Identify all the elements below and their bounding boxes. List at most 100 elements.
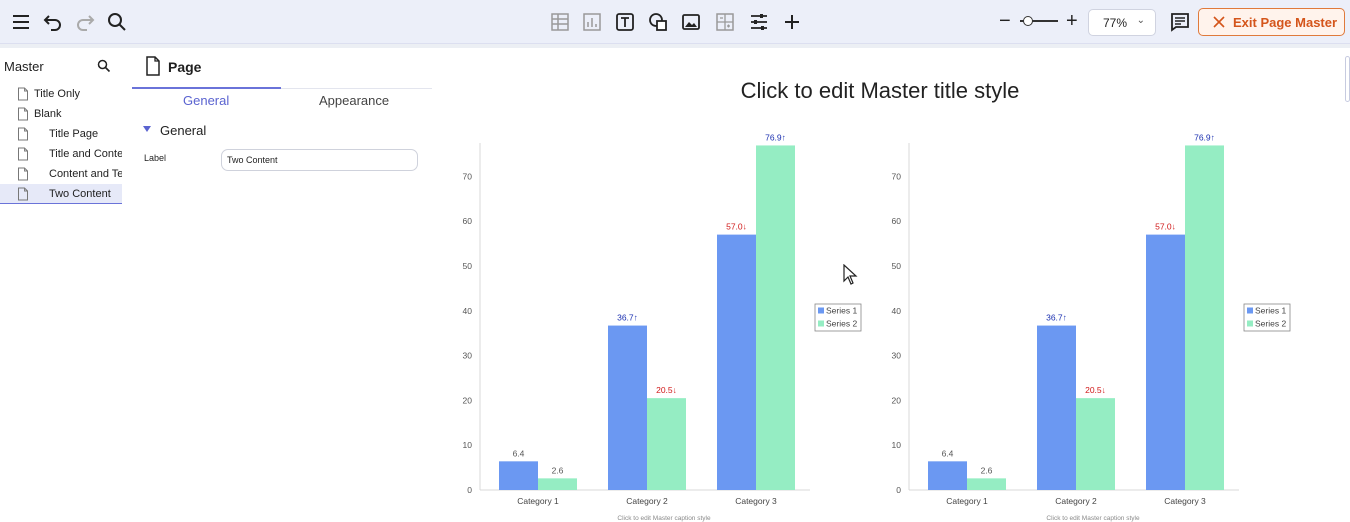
- search-icon[interactable]: [96, 58, 112, 74]
- undo-icon[interactable]: [38, 7, 68, 37]
- legend-entry: Series 1: [1255, 306, 1286, 316]
- legend-swatch: [1247, 320, 1253, 327]
- data-label: 36.7↑: [617, 313, 638, 323]
- chart-icon[interactable]: [577, 7, 607, 37]
- master-panel-title: Master: [4, 59, 44, 74]
- data-label: 57.0↓: [1155, 222, 1176, 232]
- zoom-slider[interactable]: [1020, 16, 1058, 26]
- chart-left[interactable]: 0 10 20 30 40 50 60 70 6.4 2.6 Category 1 36.7↑ 20.5…: [449, 124, 869, 522]
- layout-item[interactable]: Title Page: [0, 124, 122, 144]
- bar-series-2-category-1[interactable]: [538, 478, 577, 490]
- file-icon: [18, 87, 28, 101]
- tab-appearance[interactable]: Appearance: [319, 93, 389, 108]
- file-icon: [18, 167, 28, 181]
- active-tab-indicator: [132, 87, 281, 89]
- data-label: 76.9↑: [765, 132, 786, 142]
- zoom-out-button[interactable]: −: [999, 10, 1011, 32]
- plus-icon[interactable]: [777, 7, 807, 37]
- mouse-pointer-icon: [843, 264, 858, 285]
- zoom-slider-handle[interactable]: [1022, 16, 1033, 26]
- bar-series-2-category-2[interactable]: [647, 398, 686, 490]
- master-panel: Master Title Only Blank Title Page Title an…: [0, 48, 122, 522]
- bar-series-1-category-3[interactable]: [717, 234, 756, 490]
- file-icon: [18, 147, 28, 161]
- file-icon: [18, 187, 28, 201]
- y-tick-label: 0: [896, 485, 901, 495]
- data-label: 2.6: [552, 465, 564, 475]
- shapes-icon[interactable]: [643, 7, 673, 37]
- layout-item[interactable]: Two Content: [0, 184, 122, 204]
- zoom-value: 77%: [1103, 16, 1128, 30]
- bar-series-1-category-1[interactable]: [928, 461, 967, 490]
- layout-item-label: Blank: [34, 108, 62, 120]
- layout-item-label: Title Only: [34, 88, 81, 100]
- exit-page-master-label: Exit Page Master: [1233, 14, 1338, 30]
- layout-item[interactable]: Blank: [0, 104, 122, 124]
- caret-down-icon[interactable]: [143, 126, 151, 132]
- y-tick-label: 70: [463, 171, 473, 181]
- bar-series-1-category-2[interactable]: [608, 325, 647, 490]
- y-tick-label: 10: [892, 440, 902, 450]
- y-tick-label: 30: [892, 351, 902, 361]
- close-icon: [1213, 16, 1225, 28]
- data-label: 6.4: [513, 448, 525, 458]
- layout-item-label: Title and Content: [49, 148, 122, 160]
- x-tick-label: Category 3: [1164, 496, 1206, 506]
- chart-legend: Series 1 Series 2: [814, 303, 862, 332]
- chart-legend: Series 1 Series 2: [1243, 303, 1291, 332]
- data-label: 76.9↑: [1194, 132, 1215, 142]
- image-icon[interactable]: [676, 7, 706, 37]
- y-tick-label: 40: [463, 306, 473, 316]
- formula-icon[interactable]: [710, 7, 740, 37]
- text-box-icon[interactable]: [610, 7, 640, 37]
- layout-item[interactable]: Content and Text: [0, 164, 122, 184]
- label-field-caption: Label: [144, 153, 167, 163]
- label-input[interactable]: Two Content: [221, 149, 418, 171]
- x-tick-label: Category 1: [946, 496, 988, 506]
- chart-caption-placeholder[interactable]: Click to edit Master caption style: [1046, 515, 1140, 522]
- redo-icon[interactable]: [70, 7, 100, 37]
- properties-panel: Page General Appearance General Label Tw…: [132, 48, 432, 522]
- x-tick-label: Category 3: [735, 496, 777, 506]
- bar-series-1-category-2[interactable]: [1037, 325, 1076, 490]
- data-label: 6.4: [942, 448, 954, 458]
- panel-resize-handle[interactable]: [1345, 56, 1350, 102]
- data-label: 36.7↑: [1046, 313, 1067, 323]
- file-icon: [18, 107, 28, 121]
- legend-entry: Series 2: [1255, 319, 1286, 329]
- layout-item-label: Two Content: [49, 188, 111, 200]
- chart-caption-placeholder[interactable]: Click to edit Master caption style: [617, 515, 711, 522]
- page-icon: [146, 56, 160, 76]
- layout-item[interactable]: Title and Content: [0, 144, 122, 164]
- properties-title: Page: [168, 59, 202, 75]
- section-general-title[interactable]: General: [160, 123, 206, 138]
- layout-item-label: Content and Text: [49, 168, 122, 180]
- legend-swatch: [818, 307, 824, 314]
- data-label: 20.5↓: [656, 385, 677, 395]
- sliders-icon[interactable]: [744, 7, 774, 37]
- bar-series-1-category-1[interactable]: [499, 461, 538, 490]
- slide-title-placeholder[interactable]: Click to edit Master title style: [600, 78, 1160, 104]
- legend-entry: Series 2: [826, 319, 857, 329]
- bar-series-2-category-2[interactable]: [1076, 398, 1115, 490]
- tab-divider: [281, 88, 432, 89]
- chart-right[interactable]: 0 10 20 30 40 50 60 70 6.4 2.6 Category 1 36.7↑ 20.5…: [878, 124, 1298, 522]
- tab-general[interactable]: General: [183, 93, 229, 108]
- search-icon[interactable]: [102, 7, 132, 37]
- legend-swatch: [1247, 307, 1253, 314]
- x-tick-label: Category 1: [517, 496, 559, 506]
- zoom-select[interactable]: 77% ⌄: [1088, 9, 1156, 36]
- hamburger-menu-icon[interactable]: [6, 7, 36, 37]
- y-tick-label: 0: [467, 485, 472, 495]
- layout-item-label: Title Page: [49, 128, 99, 140]
- bar-series-2-category-3[interactable]: [1185, 145, 1224, 490]
- layout-item[interactable]: Title Only: [0, 84, 122, 104]
- x-tick-label: Category 2: [626, 496, 668, 506]
- table-icon[interactable]: [545, 7, 575, 37]
- comments-icon[interactable]: [1165, 7, 1195, 37]
- bar-series-2-category-3[interactable]: [756, 145, 795, 490]
- exit-page-master-button[interactable]: Exit Page Master: [1198, 8, 1345, 36]
- bar-series-2-category-1[interactable]: [967, 478, 1006, 490]
- zoom-in-button[interactable]: +: [1066, 10, 1078, 32]
- bar-series-1-category-3[interactable]: [1146, 234, 1185, 490]
